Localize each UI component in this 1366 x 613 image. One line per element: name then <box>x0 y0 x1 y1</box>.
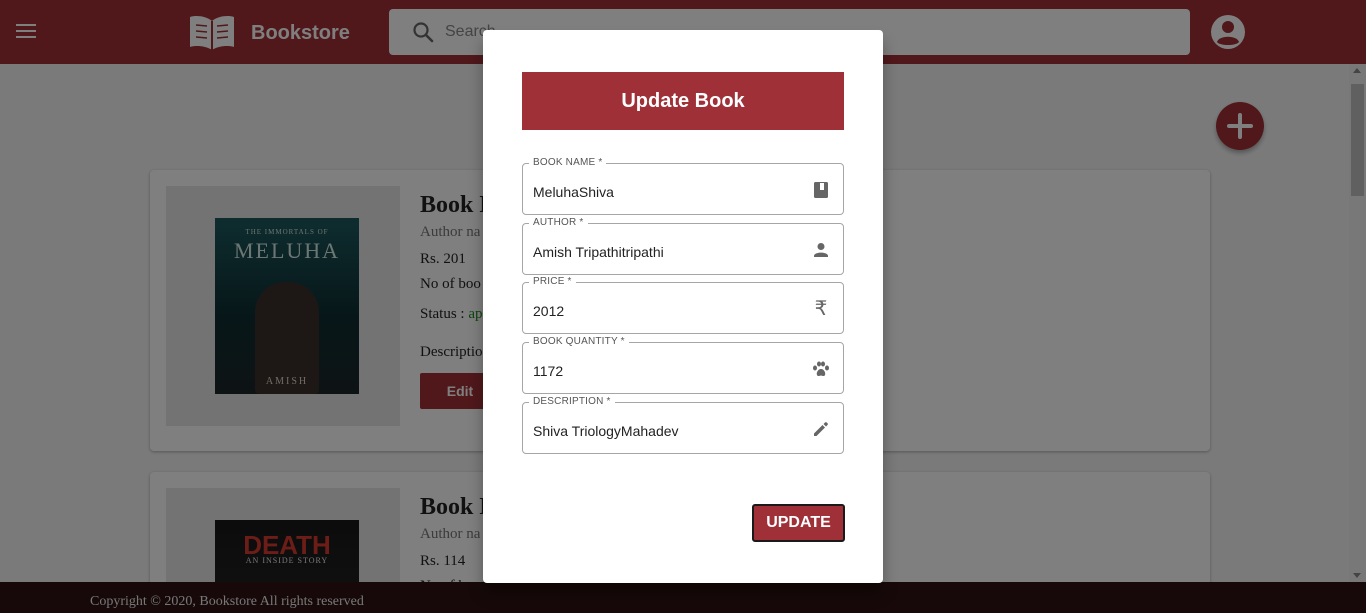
book-icon <box>814 182 828 198</box>
book-quantity-input[interactable] <box>533 359 793 383</box>
book-name-field[interactable]: BOOK NAME * <box>522 157 844 215</box>
dialog-title: Update Book <box>522 72 844 130</box>
author-input[interactable] <box>533 240 793 264</box>
update-book-dialog: Update Book BOOK NAME * AUTHOR * PRICE *… <box>483 30 883 583</box>
description-label: DESCRIPTION * <box>529 396 615 408</box>
author-label: AUTHOR * <box>529 217 588 229</box>
pencil-icon <box>814 422 828 436</box>
book-quantity-label: BOOK QUANTITY * <box>529 336 629 348</box>
description-field[interactable]: DESCRIPTION * <box>522 396 844 454</box>
author-field[interactable]: AUTHOR * <box>522 217 844 275</box>
description-input[interactable] <box>533 419 793 443</box>
book-quantity-field[interactable]: BOOK QUANTITY * <box>522 336 844 394</box>
price-field[interactable]: PRICE * ₹ <box>522 276 844 334</box>
price-label: PRICE * <box>529 276 576 288</box>
paw-icon <box>813 361 829 377</box>
rupee-icon: ₹ <box>814 298 828 320</box>
price-input[interactable] <box>533 299 793 323</box>
book-name-input[interactable] <box>533 180 793 204</box>
person-icon <box>814 243 828 257</box>
book-name-label: BOOK NAME * <box>529 157 607 169</box>
update-button[interactable]: UPDATE <box>752 504 845 542</box>
